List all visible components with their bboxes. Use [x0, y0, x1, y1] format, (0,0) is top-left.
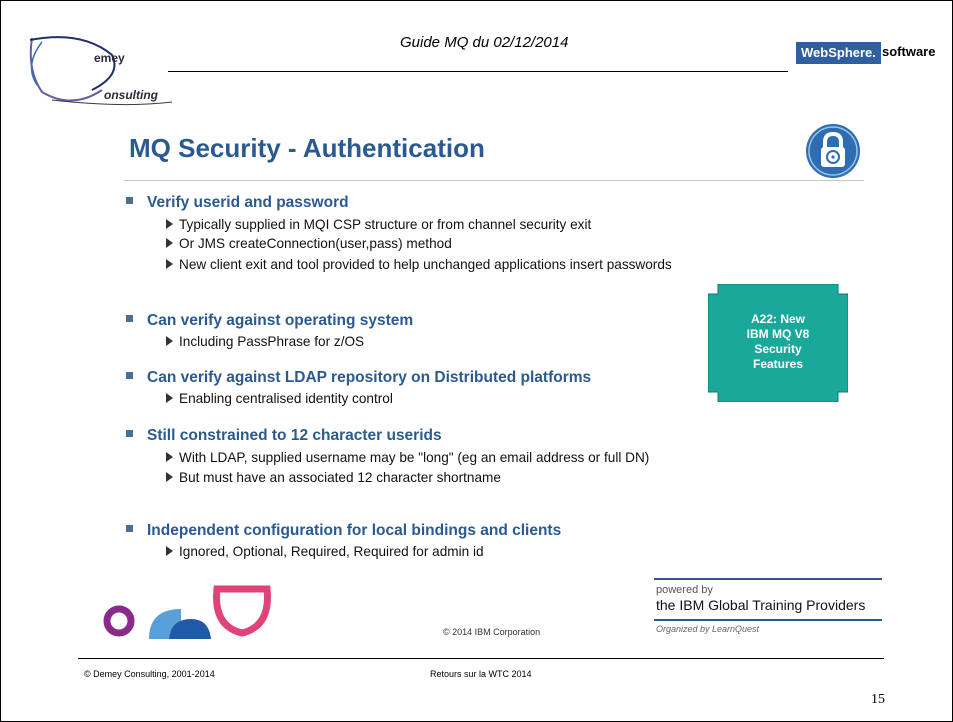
bullet-independent-config: Independent configuration for local bind… — [126, 522, 561, 540]
sub-bullet: Enabling centralised identity control — [166, 391, 393, 406]
page-number: 15 — [871, 692, 885, 707]
slide-copyright: © 2014 IBM Corporation — [443, 627, 541, 637]
title-rule — [124, 180, 864, 181]
arrow-right-icon — [166, 336, 173, 346]
powered-by-organizer: Organized by LearnQuest — [656, 624, 760, 634]
powered-by-rule-top — [654, 578, 882, 580]
arrow-right-icon — [166, 546, 173, 556]
powered-by-rule-bottom — [654, 619, 882, 621]
lock-icon — [804, 122, 862, 180]
sub-bullet: Ignored, Optional, Required, Required fo… — [166, 544, 484, 559]
bullet-ldap: Can verify against LDAP repository on Di… — [126, 369, 591, 387]
footer-event: Retours sur la WTC 2014 — [430, 669, 532, 679]
sub-bullet: Typically supplied in MQI CSP structure … — [166, 217, 591, 232]
bullet-verify-userid: Verify userid and password — [126, 194, 349, 212]
arrow-right-icon — [166, 259, 173, 269]
session-callout-text: A22: New IBM MQ V8 Security Features — [746, 312, 810, 371]
decorative-shapes — [99, 581, 279, 641]
arrow-right-icon — [166, 472, 173, 482]
header-title: Guide MQ du 02/12/2014 — [400, 34, 569, 51]
arrow-right-icon — [166, 238, 173, 248]
sub-bullet: New client exit and tool provided to hel… — [166, 257, 672, 272]
websphere-badge: WebSphere. — [796, 42, 881, 64]
demey-consulting-logo: emey onsulting — [22, 30, 192, 110]
sub-bullet: Including PassPhrase for z/OS — [166, 334, 364, 349]
powered-by-label: powered by — [656, 584, 713, 596]
footer-copyright: © Demey Consulting, 2001-2014 — [84, 669, 215, 679]
sub-bullet: With LDAP, supplied username may be "lon… — [166, 450, 649, 465]
header-rule — [168, 71, 788, 72]
arrow-right-icon — [166, 452, 173, 462]
sub-bullet: But must have an associated 12 character… — [166, 470, 501, 485]
arrow-right-icon — [166, 219, 173, 229]
slide-title: MQ Security - Authentication — [129, 133, 485, 163]
logo-word-onsulting: onsulting — [104, 88, 158, 102]
powered-by-provider: the IBM Global Training Providers — [656, 597, 866, 613]
logo-word-emey: emey — [94, 51, 125, 65]
websphere-software-label: software — [882, 44, 936, 59]
sub-bullet: Or JMS createConnection(user,pass) metho… — [166, 236, 452, 251]
bullet-operating-system: Can verify against operating system — [126, 312, 413, 330]
slide: MQ Security - Authentication Verify user… — [84, 113, 890, 640]
bullet-12-char-userids: Still constrained to 12 character userid… — [126, 427, 442, 445]
footer-rule — [78, 658, 884, 659]
session-callout-box: A22: New IBM MQ V8 Security Features — [707, 283, 849, 403]
arrow-right-icon — [166, 393, 173, 403]
